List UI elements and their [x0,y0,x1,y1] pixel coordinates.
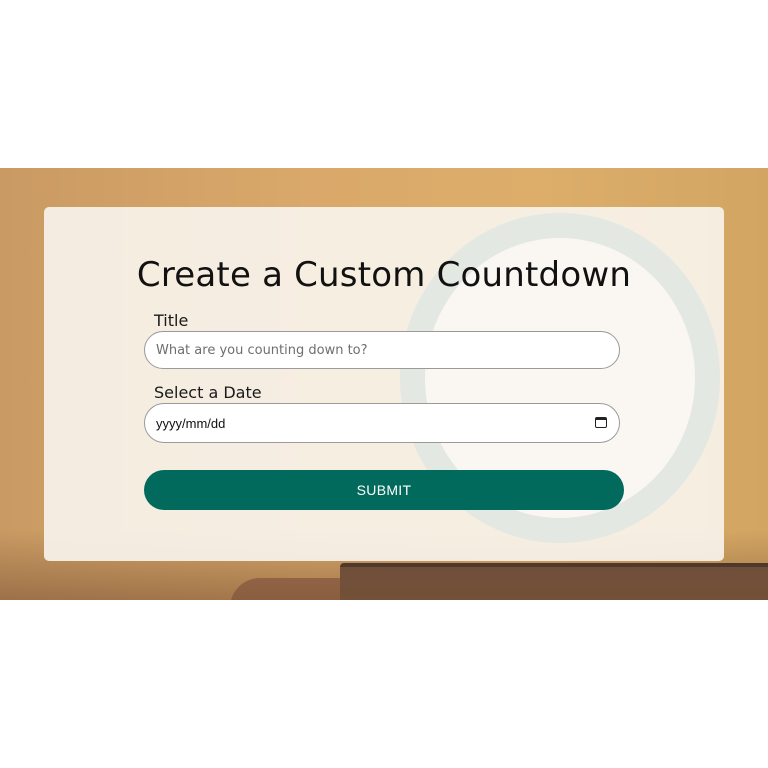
title-input[interactable]: What are you counting down to? [144,331,620,369]
countdown-form-card: Create a Custom Countdown Title What are… [44,207,724,561]
date-label: Select a Date [154,383,262,402]
calendar-icon[interactable] [595,417,607,428]
submit-button[interactable]: SUBMIT [144,470,624,510]
date-input[interactable]: yyyy/mm/dd [144,403,620,443]
page-title: Create a Custom Countdown [136,255,632,295]
title-input-placeholder: What are you counting down to? [156,343,368,358]
title-label: Title [154,311,189,330]
date-input-value: yyyy/mm/dd [156,416,226,431]
